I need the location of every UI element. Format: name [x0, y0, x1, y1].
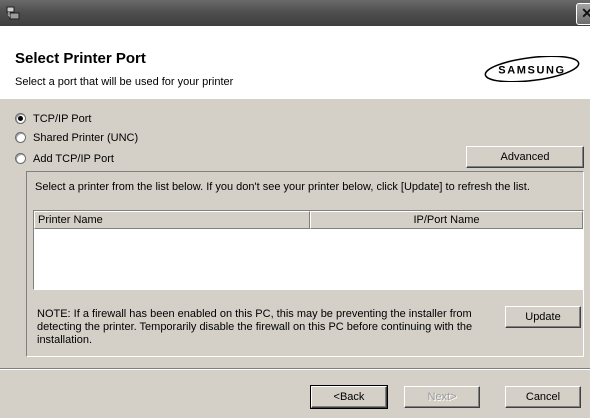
firewall-note: NOTE: If a firewall has been enabled on …	[37, 308, 473, 346]
wizard-header: Select Printer Port Select a port that w…	[0, 26, 590, 99]
radio-add-tcpip-port[interactable]: Add TCP/IP Port	[15, 151, 114, 167]
page-title: Select Printer Port	[15, 50, 146, 67]
samsung-logo: SAMSUNG	[484, 56, 580, 82]
update-button[interactable]: Update	[505, 306, 581, 328]
installer-window: ✕ Select Printer Port Select a port that…	[0, 0, 590, 418]
close-icon: ✕	[581, 5, 590, 21]
close-button[interactable]: ✕	[576, 3, 590, 25]
radio-button-checked[interactable]	[15, 112, 26, 124]
back-button[interactable]: <Back	[310, 385, 388, 409]
page-subtitle: Select a port that will be used for your…	[15, 76, 234, 88]
radio-tcpip-port[interactable]: TCP/IP Port	[15, 111, 91, 127]
printer-list-header: Printer Name IP/Port Name	[34, 211, 583, 229]
installer-icon	[6, 6, 20, 20]
radio-label: Shared Printer (UNC)	[33, 132, 139, 144]
svg-text:SAMSUNG: SAMSUNG	[498, 65, 565, 77]
printer-list[interactable]: Printer Name IP/Port Name	[33, 210, 584, 290]
instruction-text: Select a printer from the list below. If…	[35, 181, 530, 193]
radio-button[interactable]	[15, 131, 26, 143]
radio-label: Add TCP/IP Port	[33, 153, 114, 165]
radio-label: TCP/IP Port	[33, 113, 92, 125]
title-bar: ✕	[0, 0, 590, 26]
cancel-button[interactable]: Cancel	[505, 386, 581, 408]
next-button[interactable]: Next>	[404, 386, 480, 408]
radio-shared-printer[interactable]: Shared Printer (UNC)	[15, 130, 138, 146]
radio-button[interactable]	[15, 152, 26, 164]
header-divider	[0, 98, 590, 99]
advanced-button[interactable]: Advanced	[466, 146, 584, 168]
column-printer-name[interactable]: Printer Name	[34, 211, 310, 229]
footer-divider	[0, 368, 590, 370]
column-ip-port-name[interactable]: IP/Port Name	[310, 211, 583, 229]
